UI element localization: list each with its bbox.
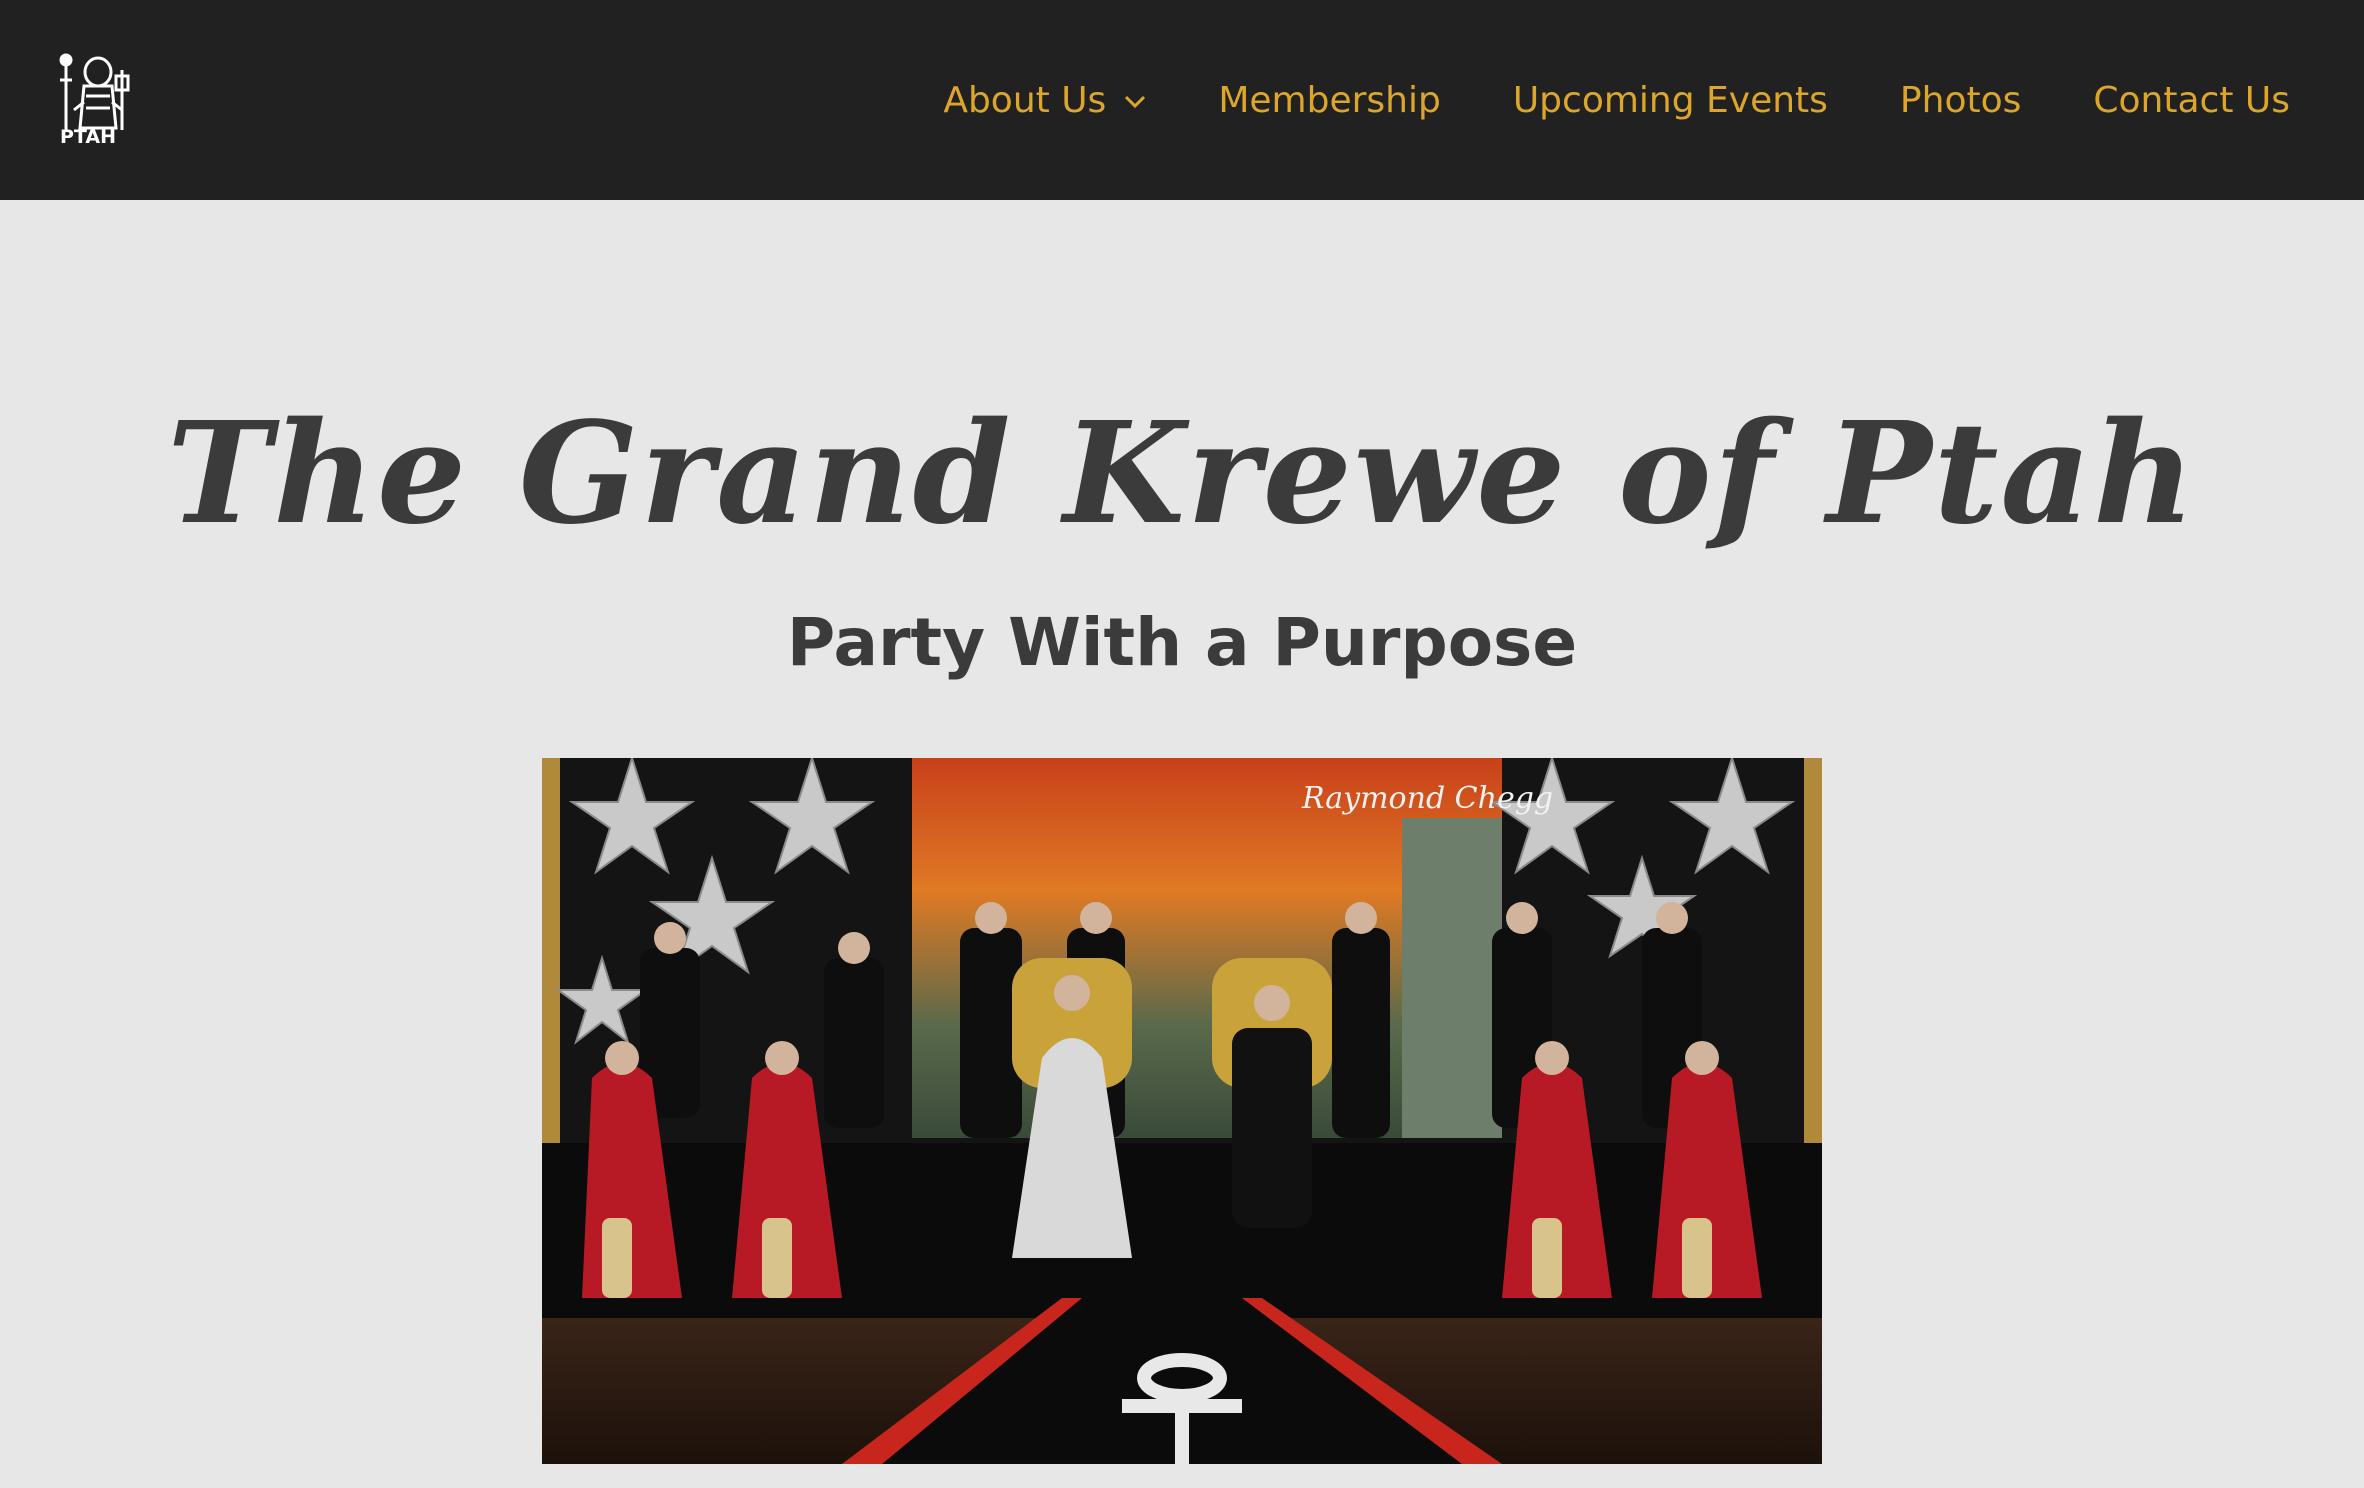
site-header: PTAH About Us Membership Upcoming Events… <box>0 0 2364 200</box>
nav-photos-label: Photos <box>1899 79 2022 121</box>
nav-contact-us-label: Contact Us <box>2093 79 2290 121</box>
nav-photos[interactable]: Photos <box>1900 80 2021 121</box>
nav-about-us[interactable]: About Us <box>943 80 1146 121</box>
photo-watermark: Raymond Chegg <box>1301 781 1553 816</box>
nav-membership-label: Membership <box>1218 79 1441 121</box>
nav-membership[interactable]: Membership <box>1218 80 1441 121</box>
nav-upcoming-events-label: Upcoming Events <box>1512 79 1828 121</box>
nav-contact-us[interactable]: Contact Us <box>2093 80 2290 121</box>
logo-wordmark: PTAH <box>60 126 117 148</box>
main-nav: About Us Membership Upcoming Events Phot… <box>943 0 2290 200</box>
nav-about-us-label: About Us <box>943 79 1107 121</box>
nav-upcoming-events[interactable]: Upcoming Events <box>1513 80 1828 121</box>
hero-photo: Raymond Chegg <box>542 758 1822 1464</box>
page-subtitle: Party With a Purpose <box>786 604 1578 681</box>
chevron-down-icon <box>1125 95 1146 109</box>
page-title: The Grand Krewe of Ptah <box>167 392 2197 556</box>
court-photo-image: Raymond Chegg <box>542 758 1822 1464</box>
